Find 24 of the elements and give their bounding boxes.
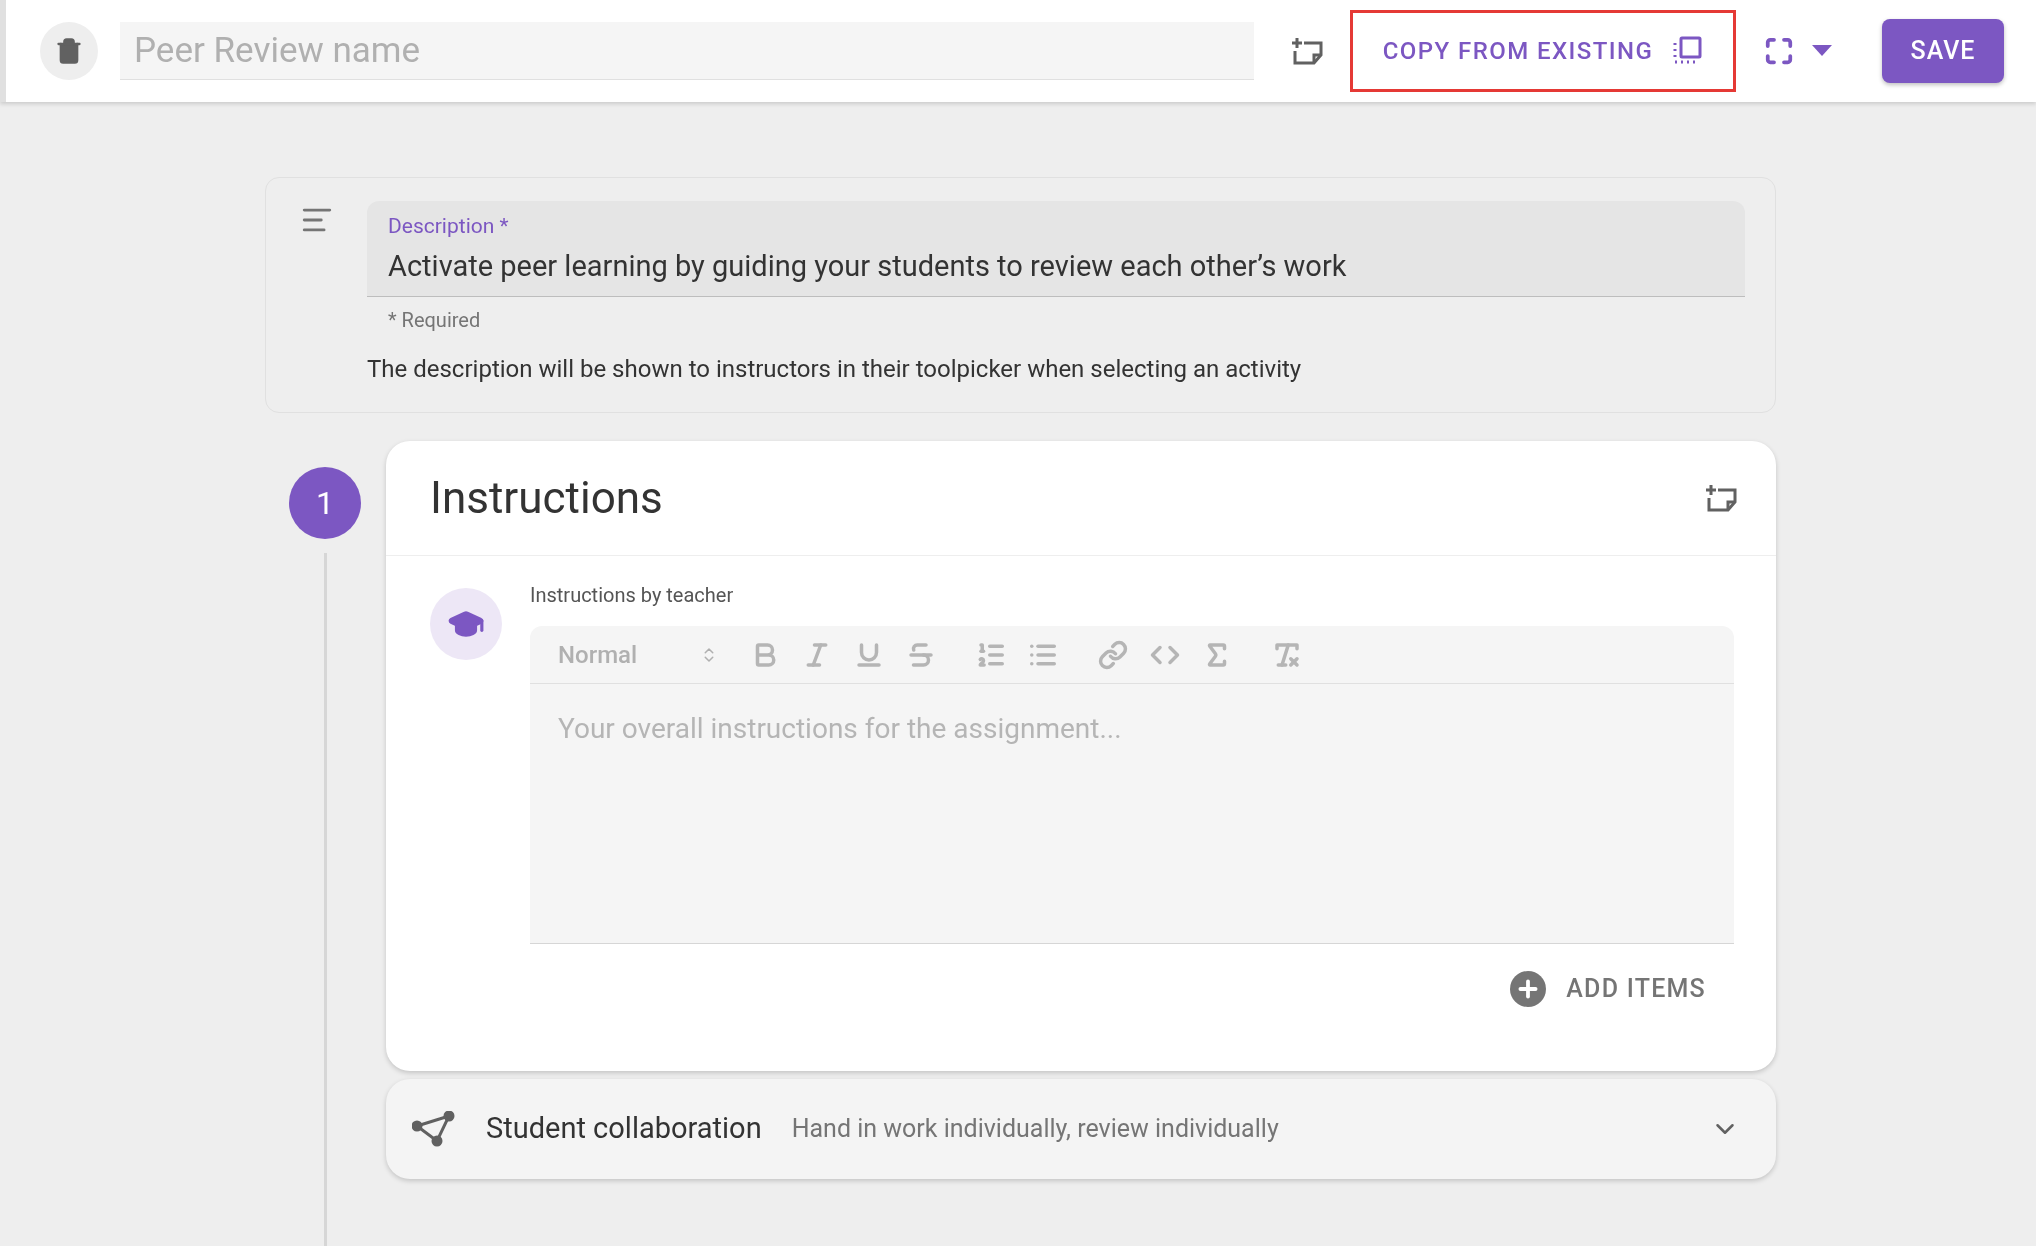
- step-number: 1: [289, 467, 361, 539]
- collaboration-panel[interactable]: Student collaboration Hand in work individually, review individually: [386, 1079, 1776, 1179]
- copy-from-existing-button[interactable]: COPY FROM EXISTING: [1350, 10, 1736, 92]
- add-items-button[interactable]: ADD ITEMS: [1510, 970, 1706, 1008]
- field-label: Description *: [388, 213, 510, 240]
- description-field[interactable]: Description * Activate peer learning by guiding your students to review each other’s work: [367, 201, 1745, 297]
- name-field[interactable]: Peer Review name: [120, 22, 1254, 80]
- step-title: Instructions: [430, 471, 663, 526]
- instructions-editor[interactable]: Your overall instructions for the assignment...: [530, 684, 1734, 944]
- add-note-icon[interactable]: [1290, 36, 1324, 66]
- collaboration-summary: Hand in work individually, review individually: [791, 1113, 1279, 1146]
- fullscreen-icon[interactable]: [1764, 36, 1794, 66]
- caret-icon[interactable]: [1812, 45, 1832, 57]
- field-value: Activate peer learning by guiding your students to review each other’s work: [388, 247, 1348, 285]
- link-icon[interactable]: [1098, 639, 1128, 670]
- copy-icon: [1671, 35, 1704, 67]
- helper-text: The description will be shown to instructors in their toolpicker when selecting an activity: [367, 354, 1303, 385]
- editor-label: Instructions by teacher: [530, 582, 735, 609]
- add-note-icon[interactable]: [1704, 483, 1738, 513]
- collaboration-title: Student collaboration: [486, 1110, 762, 1148]
- save-button[interactable]: SAVE: [1882, 19, 2004, 83]
- add-icon: [1510, 970, 1547, 1007]
- required-note: * Required: [388, 307, 482, 334]
- delete-icon: [55, 37, 83, 65]
